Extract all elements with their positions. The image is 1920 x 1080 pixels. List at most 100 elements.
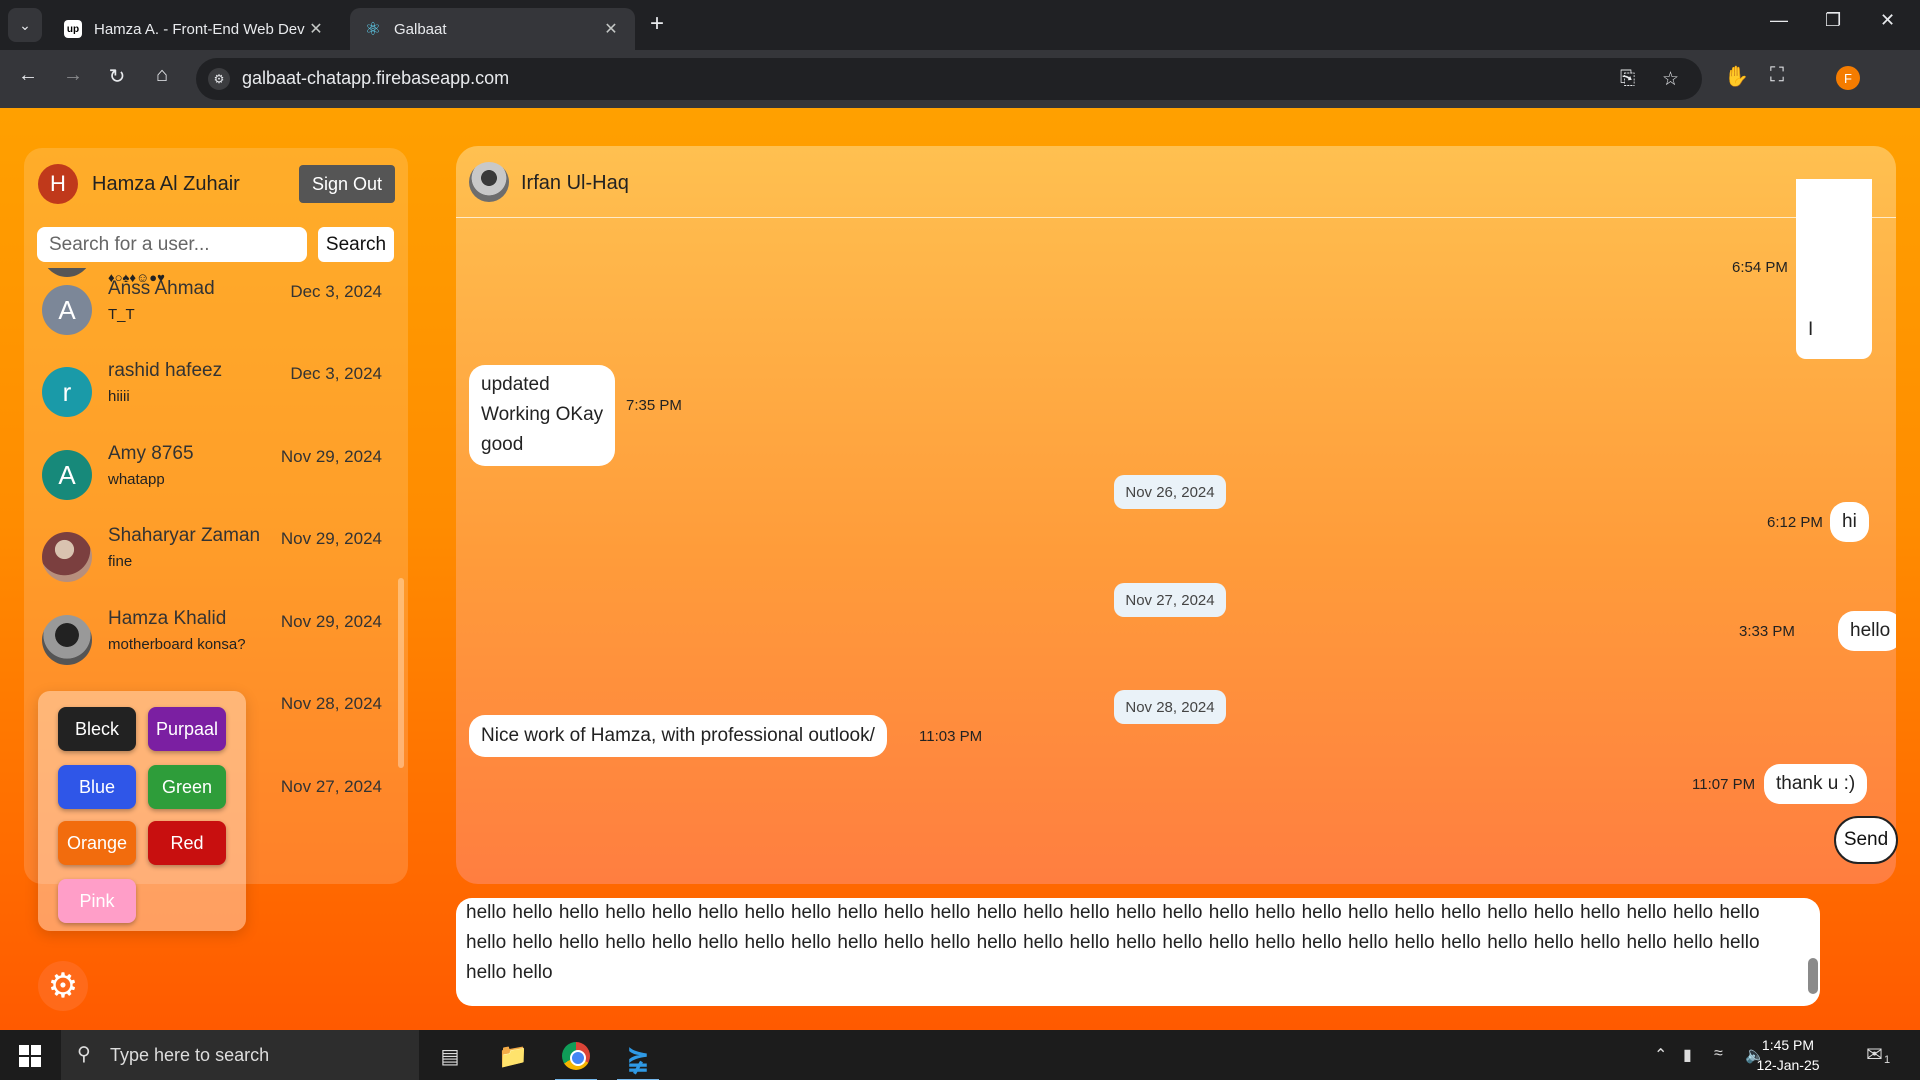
chat-date: Nov 29, 2024 <box>280 612 382 631</box>
chat-date: Nov 27, 2024 <box>280 777 382 796</box>
browser-toolbar: ← → ↻ ⌂ ⚙ galbaat-chatapp.firebaseapp.co… <box>0 50 1920 108</box>
chat-list-item[interactable]: A Amy 8765 whatapp Nov 29, 2024 <box>42 443 382 513</box>
chrome-icon[interactable] <box>551 1036 601 1080</box>
profile-avatar[interactable]: F <box>1836 66 1860 90</box>
battery-icon[interactable]: ▮ <box>1683 1045 1692 1065</box>
sidebar-scrollbar[interactable] <box>398 578 404 768</box>
message-time: 7:35 PM <box>626 397 682 414</box>
taskbar-search[interactable]: ⚲ Type here to search <box>61 1030 419 1080</box>
chat-header: Irfan Ul-Haq <box>456 146 1896 218</box>
forward-arrow-icon[interactable]: → <box>58 64 88 87</box>
tray-chevron-icon[interactable]: ⌃ <box>1654 1045 1667 1065</box>
chat-contact-name: Shaharyar Zaman <box>108 525 261 546</box>
message-bubble-sent: thank u :) <box>1764 764 1868 804</box>
send-button[interactable]: Send <box>1834 816 1898 864</box>
search-button[interactable]: Search <box>318 227 394 262</box>
tab-label: Hamza A. - Front-End Web Dev <box>94 20 305 38</box>
message-bubble-sent: I <box>1796 179 1872 359</box>
message-list: I 6:54 PM updated Working OKay good 7:35… <box>456 179 1896 884</box>
avatar: H <box>38 164 78 204</box>
message-text: hello <box>1850 620 1891 641</box>
home-icon[interactable]: ⌂ <box>147 64 177 87</box>
current-user: H Hamza Al Zuhair <box>38 164 240 204</box>
theme-orange-button[interactable]: Orange <box>58 821 136 865</box>
vscode-icon[interactable]: ⪶ <box>613 1036 663 1080</box>
theme-green-button[interactable]: Green <box>148 765 226 809</box>
theme-red-button[interactable]: Red <box>148 821 226 865</box>
chat-date: Nov 29, 2024 <box>280 529 382 548</box>
tab-close-icon[interactable]: ✕ <box>601 19 621 39</box>
theme-bleck-button[interactable]: Bleck <box>58 707 136 751</box>
message-time: 6:12 PM <box>1767 514 1823 531</box>
address-bar[interactable]: ⚙ galbaat-chatapp.firebaseapp.com ⎘ ☆ <box>196 58 1702 100</box>
theme-purpaal-button[interactable]: Purpaal <box>148 707 226 751</box>
chat-date: Dec 3, 2024 <box>290 364 382 383</box>
message-bubble-sent: hi <box>1830 502 1869 542</box>
chat-list-item[interactable]: Hamza Khalid motherboard konsa? Nov 29, … <box>42 608 382 678</box>
chat-contact-name: Anss Ahmad <box>108 278 215 299</box>
extension-hand-icon[interactable]: ✋ <box>1724 64 1749 89</box>
message-time: 11:07 PM <box>1692 776 1756 793</box>
bookmark-star-icon[interactable]: ☆ <box>1662 68 1679 91</box>
chat-date: Nov 28, 2024 <box>280 694 382 713</box>
wifi-icon[interactable]: ≈ <box>1714 1045 1723 1063</box>
extensions-puzzle-icon[interactable]: ⛶ <box>1770 64 1784 87</box>
restore-icon[interactable]: ❐ <box>1825 10 1841 31</box>
react-icon: ⚛ <box>364 18 382 39</box>
chat-window: Irfan Ul-Haq I 6:54 PM updated Working O… <box>456 146 1896 884</box>
message-input-text[interactable]: hello hello hello hello hello hello hell… <box>466 898 1786 988</box>
tab-search-chevron-icon[interactable]: ⌄ <box>8 8 42 42</box>
message-text: thank u :) <box>1776 773 1856 794</box>
date-divider: Nov 27, 2024 <box>1114 583 1226 617</box>
tab-label: Galbaat <box>394 20 447 38</box>
app-page: H Hamza Al Zuhair Sign Out Search ♦○♠♦☺●… <box>0 108 1920 1030</box>
clock-date: 12-Jan-25 <box>1756 1057 1820 1073</box>
theme-blue-button[interactable]: Blue <box>58 765 136 809</box>
chat-last-message: whatapp <box>108 471 165 488</box>
tab-upwork[interactable]: up Hamza A. - Front-End Web Dev ✕ <box>50 8 340 50</box>
windows-start-icon[interactable] <box>19 1045 41 1067</box>
chat-last-message: motherboard konsa? <box>108 636 246 653</box>
avatar: A <box>42 450 92 500</box>
message-input-scrollbar[interactable] <box>1808 958 1818 994</box>
contact-name: Irfan Ul-Haq <box>521 172 629 194</box>
reload-icon[interactable]: ↻ <box>102 64 132 89</box>
notifications-icon[interactable]: ✉ <box>1866 1042 1883 1067</box>
tab-galbaat[interactable]: ⚛ Galbaat ✕ <box>350 8 635 50</box>
url-text[interactable]: galbaat-chatapp.firebaseapp.com <box>242 68 509 89</box>
settings-gear-icon[interactable]: ⚙ <box>38 961 88 1011</box>
theme-pink-button[interactable]: Pink <box>58 879 136 923</box>
message-input[interactable]: hello hello hello hello hello hello hell… <box>456 898 1820 1006</box>
message-time: 11:03 PM <box>919 728 983 745</box>
message-time: 6:54 PM <box>1732 259 1788 276</box>
chat-list-item[interactable]: A Anss Ahmad T_T Dec 3, 2024 <box>42 278 382 348</box>
task-view-icon[interactable]: ▤ <box>425 1036 475 1076</box>
tab-close-icon[interactable]: ✕ <box>306 19 326 39</box>
chat-list-item[interactable]: r rashid hafeez hiiii Dec 3, 2024 <box>42 360 382 430</box>
install-app-icon[interactable]: ⎘ <box>1620 68 1635 90</box>
avatar-photo <box>42 615 92 665</box>
message-text: updated <box>481 374 550 395</box>
close-window-icon[interactable]: ✕ <box>1880 10 1895 31</box>
date-divider: Nov 28, 2024 <box>1114 690 1226 724</box>
avatar: A <box>42 285 92 335</box>
site-settings-icon[interactable]: ⚙ <box>208 68 230 90</box>
new-tab-button[interactable]: + <box>650 10 664 38</box>
chat-list-item[interactable]: Shaharyar Zaman fine Nov 29, 2024 <box>42 525 382 595</box>
chat-last-message: T_T <box>108 306 135 323</box>
sign-out-button[interactable]: Sign Out <box>299 165 395 203</box>
clock[interactable]: 1:45 PM 12-Jan-25 <box>1748 1035 1828 1075</box>
chat-last-message: fine <box>108 553 133 570</box>
contact-avatar <box>469 162 509 202</box>
avatar: r <box>42 367 92 417</box>
message-text: Nice work of Hamza, with professional ou… <box>481 725 875 746</box>
clock-time: 1:45 PM <box>1761 1037 1815 1053</box>
minimize-icon[interactable]: — <box>1770 10 1788 31</box>
message-text: I <box>1808 319 1814 340</box>
back-arrow-icon[interactable]: ← <box>13 64 43 87</box>
user-search-input[interactable] <box>37 227 307 262</box>
chat-date: Nov 29, 2024 <box>280 447 382 466</box>
upwork-icon: up <box>64 20 82 38</box>
chat-last-message: hiiii <box>108 388 130 405</box>
file-explorer-icon[interactable]: 📁 <box>488 1036 538 1076</box>
